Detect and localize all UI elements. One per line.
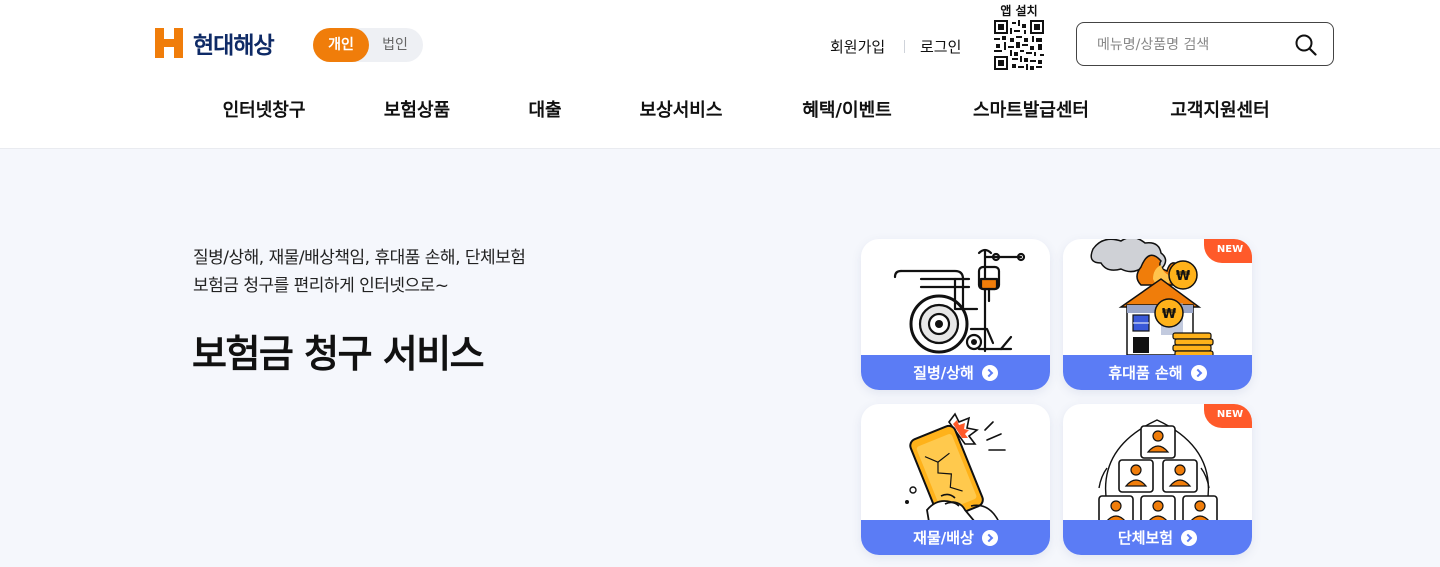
- hero-subtitle-line-1: 질병/상해, 재물/배상책임, 휴대품 손해, 단체보험: [193, 248, 526, 268]
- segment-corporate-button[interactable]: 법인: [367, 28, 423, 62]
- util-divider: [904, 40, 905, 53]
- gnb-insurance-products[interactable]: 보험상품: [384, 96, 450, 122]
- broken-phone-icon: [905, 412, 1006, 522]
- chevron-right-icon: [981, 529, 998, 546]
- gnb-loan[interactable]: 대출: [528, 96, 561, 122]
- app-install[interactable]: 앱 설치: [992, 4, 1046, 72]
- card-label: 단체보험: [1117, 529, 1174, 547]
- gnb-smart-issuance[interactable]: 스마트발급센터: [973, 96, 1089, 122]
- svg-text:₩: ₩: [1176, 269, 1191, 284]
- search-icon[interactable]: [1295, 34, 1317, 56]
- new-badge: NEW: [1204, 239, 1252, 263]
- card-label: 재물/배상: [913, 529, 974, 547]
- site-header: 현대해상 법인 개인 회원가입 로그인 앱 설치 메뉴명/상품명 검색 인터넷창…: [0, 0, 1440, 149]
- card-label: 질병/상해: [913, 364, 974, 382]
- app-install-label: 앱 설치: [1000, 4, 1038, 18]
- chevron-right-icon: [1190, 364, 1207, 381]
- gnb-customer-support[interactable]: 고객지원센터: [1170, 96, 1269, 122]
- hyundai-h-logo-icon: [155, 28, 183, 58]
- new-badge: NEW: [1204, 404, 1252, 428]
- brand-logo[interactable]: 현대해상: [155, 27, 275, 59]
- chevron-right-icon: [1181, 529, 1198, 546]
- card-bar-property: 재물/배상: [861, 520, 1050, 555]
- signup-link[interactable]: 회원가입: [830, 36, 885, 57]
- gnb-benefits-events[interactable]: 혜택/이벤트: [802, 96, 891, 122]
- claim-card-group-insurance[interactable]: NEW 단체보험: [1063, 404, 1252, 555]
- page-title: 보험금 청구 서비스: [192, 332, 485, 376]
- search-input[interactable]: [1095, 23, 1289, 67]
- brand-name: 현대해상: [193, 33, 275, 59]
- hero-description: 질병/상해, 재물/배상책임, 휴대품 손해, 단체보험 보험금 청구를 편리하…: [193, 244, 526, 300]
- main-navigation: 인터넷창구 보험상품 대출 보상서비스 혜택/이벤트 스마트발급센터 고객지원센…: [180, 96, 1310, 126]
- card-bar-belongings: 휴대품 손해: [1063, 355, 1252, 390]
- card-bar-group: 단체보험: [1063, 520, 1252, 555]
- chevron-right-icon: [981, 364, 998, 381]
- card-label: 휴대품 손해: [1108, 364, 1183, 382]
- svg-text:₩: ₩: [1162, 307, 1177, 322]
- qr-code-icon: [994, 20, 1044, 70]
- login-link[interactable]: 로그인: [920, 36, 961, 57]
- segment-personal-button[interactable]: 개인: [313, 28, 369, 62]
- customer-type-toggle: 법인 개인: [313, 28, 423, 62]
- claim-card-illness-injury[interactable]: 질병/상해: [861, 239, 1050, 390]
- gnb-internet-counter[interactable]: 인터넷창구: [223, 96, 306, 122]
- wheelchair-iv-icon: [893, 248, 1026, 354]
- gnb-claim-service[interactable]: 보상서비스: [640, 96, 723, 122]
- claim-card-belongings[interactable]: ₩ ₩ NEW 휴대품 손해: [1063, 239, 1252, 390]
- claim-card-property-liability[interactable]: 재물/배상: [861, 404, 1050, 555]
- hero-subtitle-line-2: 보험금 청구를 편리하게 인터넷으로~: [193, 276, 449, 296]
- card-bar-illness: 질병/상해: [861, 355, 1050, 390]
- search-box: [1076, 22, 1334, 67]
